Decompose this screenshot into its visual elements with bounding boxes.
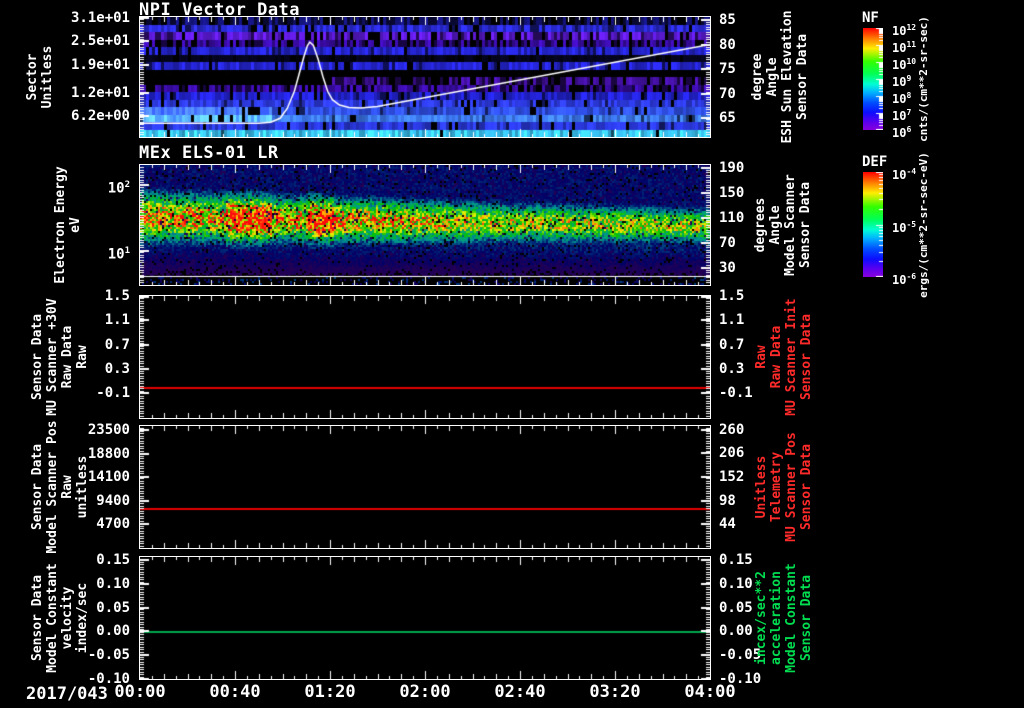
y-tick-label-right: 80 xyxy=(719,36,736,53)
y-axis-label-right-els: degrees Angle Model Scanner Sensor Data xyxy=(753,174,813,276)
x-tick-label: 00:40 xyxy=(209,682,261,702)
colorbar-units-nf: cnts/(cm**2-sr-sec) xyxy=(917,16,930,142)
y-tick-label-right: 0.10 xyxy=(719,575,753,592)
panel-els-title: MEx ELS-01 LR xyxy=(139,143,279,163)
plot-figure: NPI Vector Data MEx ELS-01 LR NF DEF 201… xyxy=(0,0,1024,708)
colorbar-units-def: ergs/(cm**2-sr-sec-eV) xyxy=(917,151,930,298)
x-tick-label: 01:20 xyxy=(304,682,356,702)
y-axis-label-left-els: Electron Energy eV xyxy=(53,166,83,284)
y-tick-label-right: 190 xyxy=(719,160,745,177)
y-tick-label-right: 70 xyxy=(719,85,736,102)
colorbar-tick-label: 109 xyxy=(892,74,912,89)
x-tick-label: 00:00 xyxy=(114,682,166,702)
y-tick-label-right: 0.00 xyxy=(719,623,753,640)
panel-npi-plot xyxy=(139,16,711,138)
x-tick-label: 02:40 xyxy=(494,682,546,702)
y-tick-label-right: 98 xyxy=(719,492,736,509)
colorbar-tick-label: 1010 xyxy=(892,57,917,72)
y-tick-label-left: 6.2e+00 xyxy=(70,107,130,124)
y-tick-label-left: 3.1e+01 xyxy=(70,9,130,26)
y-axis-label-left-model-constant-velocity: Sensor Data Model Constant velocity index/s… xyxy=(30,563,90,673)
colorbar-tick-label: 106 xyxy=(892,125,912,140)
colorbar-tick-label: 1012 xyxy=(892,23,917,38)
panel-mu-scanner-30v-canvas xyxy=(140,296,710,418)
y-tick-label-right: 1.1 xyxy=(719,312,745,329)
colorbar-def-label: DEF xyxy=(862,154,888,170)
y-tick-label-right: 65 xyxy=(719,110,736,127)
y-tick-label-right: 70 xyxy=(719,235,736,252)
y-tick-label-right: 0.15 xyxy=(719,551,753,568)
y-axis-label-left-npi: Sector Unitless xyxy=(25,45,55,109)
colorbar-tick-label: 10-5 xyxy=(892,219,917,235)
y-tick-label-right: 0.3 xyxy=(719,360,745,377)
colorbar-tick-label: 10-6 xyxy=(892,272,917,287)
colorbar-def xyxy=(863,172,883,277)
y-tick-label-left: 1.9e+01 xyxy=(70,57,130,74)
y-axis-label-right-model-scanner-pos: Unitless Telemetry MU Scanner Pos Sensor Da… xyxy=(754,432,814,542)
y-tick-label-right: 152 xyxy=(719,468,745,485)
y-tick-label-right: 30 xyxy=(719,260,736,277)
panel-npi-canvas xyxy=(140,17,710,137)
y-axis-label-right-mu-scanner-30v: Raw Raw Data MU Scanner Init Sensor Data xyxy=(754,298,814,416)
x-tick-label: 03:20 xyxy=(589,682,641,702)
y-axis-label-right-model-constant-velocity: incex/sec**2 acceleration Model Constant Se… xyxy=(754,563,814,673)
y-tick-label-right: 0.05 xyxy=(719,599,753,616)
y-tick-label-right: 110 xyxy=(719,210,745,227)
y-tick-label-left: 2.5e+01 xyxy=(70,33,130,50)
y-tick-label-right: 85 xyxy=(719,11,736,28)
panel-els-plot xyxy=(139,164,711,286)
y-tick-label-right: 44 xyxy=(719,516,736,533)
y-tick-label-right: 1.5 xyxy=(719,288,745,304)
y-axis-label-right-npi: degree Angle ESH Sun Elevation Sensor Data xyxy=(750,10,810,144)
panel-model-constant-velocity-plot xyxy=(139,556,711,680)
colorbar-tick-label: 1011 xyxy=(892,40,917,55)
x-tick-label: 04:00 xyxy=(684,682,736,702)
y-axis-label-left-mu-scanner-30v: Sensor Data MU Scanner +30V Raw Data Raw xyxy=(30,298,90,416)
colorbar-tick-label: 107 xyxy=(892,108,912,123)
colorbar-tick-label: 10-4 xyxy=(892,167,917,182)
colorbar-nf xyxy=(863,28,883,130)
colorbar-nf-label: NF xyxy=(862,10,879,26)
y-tick-label-right: -0.1 xyxy=(719,385,753,402)
panel-mu-scanner-30v-plot xyxy=(139,295,711,419)
y-tick-label-right: 150 xyxy=(719,185,745,202)
y-tick-label-left: 1.2e+01 xyxy=(70,84,130,101)
panel-els-canvas xyxy=(140,165,710,285)
y-tick-label-right: 206 xyxy=(719,445,745,462)
panel-model-constant-velocity-canvas xyxy=(140,557,710,679)
y-tick-label-right: 260 xyxy=(719,421,745,438)
colorbar-tick-label: 108 xyxy=(892,91,912,106)
y-tick-label-right: 0.7 xyxy=(719,336,745,353)
y-axis-label-left-model-scanner-pos: Sensor Data Model Scanner Pos Raw unitless xyxy=(30,420,90,554)
x-tick-label: 02:00 xyxy=(399,682,451,702)
panel-model-scanner-pos-plot xyxy=(139,425,711,549)
y-tick-label-right: 75 xyxy=(719,61,736,78)
panel-model-scanner-pos-canvas xyxy=(140,426,710,548)
